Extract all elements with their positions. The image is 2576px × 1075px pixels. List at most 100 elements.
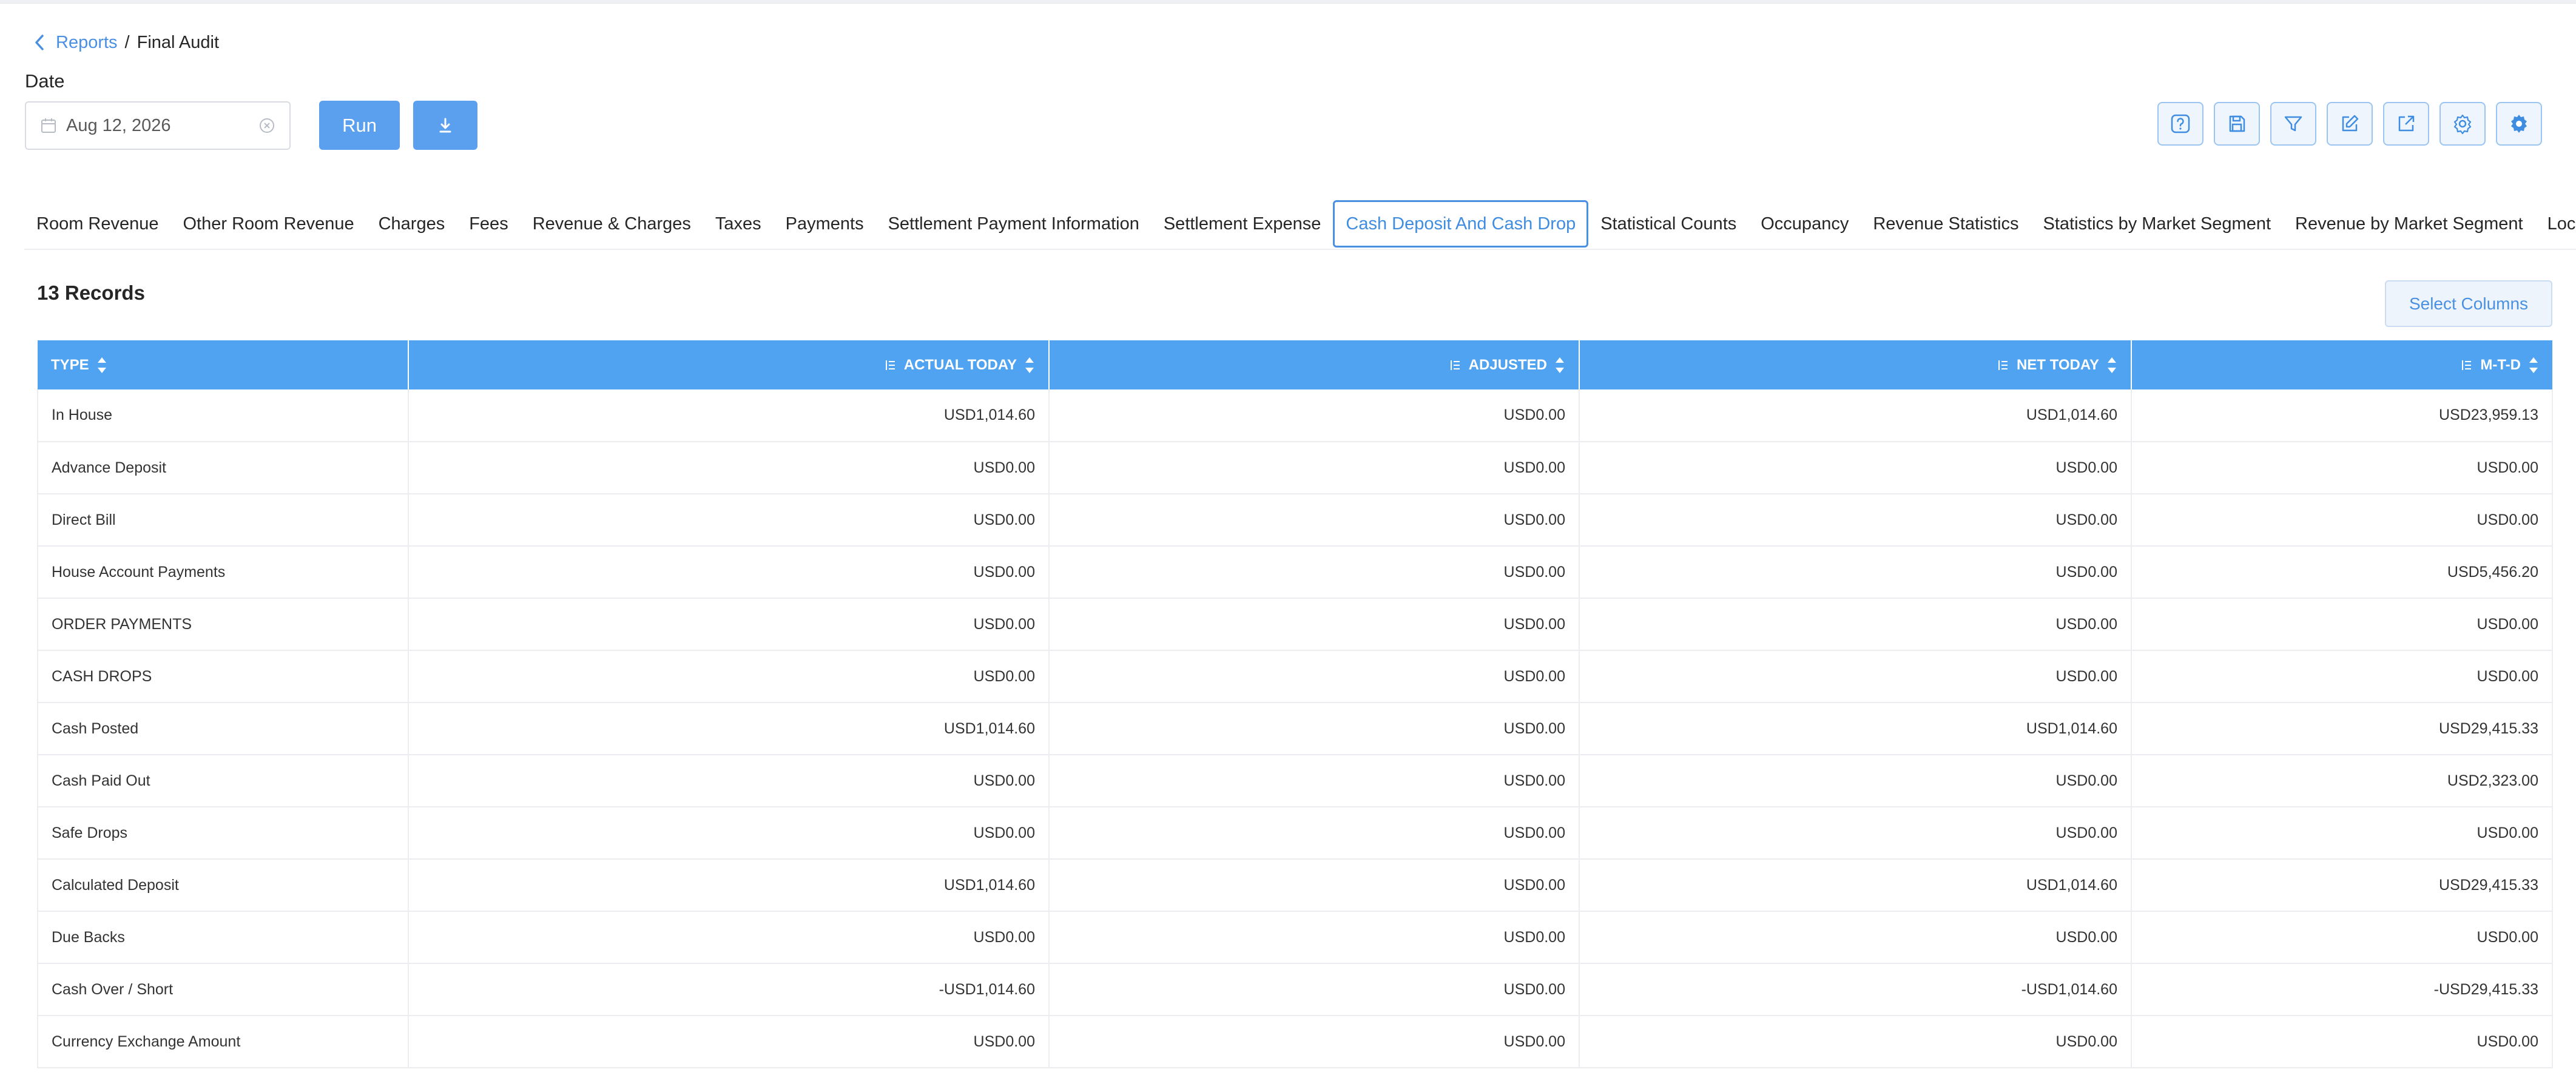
calendar-icon <box>41 118 56 133</box>
cell-mtd: USD2,323.00 <box>2131 755 2553 807</box>
tab-local-m[interactable]: Local M <box>2535 201 2576 247</box>
export-icon <box>2398 115 2415 132</box>
cell-type: Due Backs <box>37 911 409 964</box>
column-menu-icon[interactable] <box>1449 359 1462 371</box>
clear-circle-icon[interactable] <box>259 118 275 133</box>
table-row[interactable]: CASH DROPS USD0.00 USD0.00 USD0.00 USD0.00 <box>37 650 2553 703</box>
advanced-settings-button[interactable] <box>2496 102 2542 146</box>
sort-icon[interactable] <box>2106 355 2117 376</box>
cell-type: House Account Payments <box>37 546 409 599</box>
tab-settlement-payment-information[interactable]: Settlement Payment Information <box>876 201 1151 247</box>
cell-actual-today: USD0.00 <box>408 755 1050 807</box>
tab-settlement-expense[interactable]: Settlement Expense <box>1151 201 1334 247</box>
column-header-actual-today[interactable]: ACTUAL TODAY <box>408 340 1050 389</box>
records-count: 13 Records <box>37 281 145 304</box>
table-row[interactable]: Cash Over / Short -USD1,014.60 USD0.00 -USD… <box>37 963 2553 1016</box>
cell-actual-today: USD0.00 <box>408 494 1050 547</box>
date-label: Date <box>25 70 65 92</box>
date-value: Aug 12, 2026 <box>66 115 171 135</box>
settings-button[interactable] <box>2439 102 2486 146</box>
edit-button[interactable] <box>2327 102 2373 146</box>
table-row[interactable]: Cash Paid Out USD0.00 USD0.00 USD0.00 USD2,3… <box>37 755 2553 807</box>
table-row[interactable]: Currency Exchange Amount USD0.00 USD0.00 US… <box>37 1016 2553 1068</box>
date-picker-input[interactable]: Aug 12, 2026 <box>25 101 291 150</box>
table-row[interactable]: Advance Deposit USD0.00 USD0.00 USD0.00 USD0… <box>37 442 2553 494</box>
column-header-label: TYPE <box>51 356 89 373</box>
table-row[interactable]: Direct Bill USD0.00 USD0.00 USD0.00 USD0.00 <box>37 494 2553 547</box>
cell-net-today: USD0.00 <box>1579 755 2132 807</box>
sort-icon[interactable] <box>1024 355 1035 376</box>
tab-cash-deposit-and-cash-drop[interactable]: Cash Deposit And Cash Drop <box>1333 200 1589 248</box>
tab-charges[interactable]: Charges <box>366 201 457 247</box>
cell-type: Currency Exchange Amount <box>37 1016 409 1068</box>
column-header-mtd[interactable]: M-T-D <box>2131 340 2552 389</box>
tab-occupancy[interactable]: Occupancy <box>1748 201 1861 247</box>
cash-deposit-table: TYPE ACTUAL TODAY ADJUSTED NET TODAY M-T… <box>37 340 2553 1068</box>
cell-mtd: USD29,415.33 <box>2131 703 2553 755</box>
select-columns-button[interactable]: Select Columns <box>2385 280 2552 327</box>
column-header-net-today[interactable]: NET TODAY <box>1579 340 2132 389</box>
tab-statistical-counts[interactable]: Statistical Counts <box>1588 201 1748 247</box>
filter-icon <box>2284 116 2302 132</box>
cell-adjusted: USD0.00 <box>1049 963 1580 1016</box>
table-row[interactable]: House Account Payments USD0.00 USD0.00 USD0… <box>37 546 2553 599</box>
cell-mtd: USD5,456.20 <box>2131 546 2553 599</box>
tab-fees[interactable]: Fees <box>457 201 520 247</box>
tab-other-room-revenue[interactable]: Other Room Revenue <box>171 201 366 247</box>
sort-icon[interactable] <box>2528 355 2539 376</box>
cell-net-today: USD1,014.60 <box>1579 703 2132 755</box>
cell-type: Advance Deposit <box>37 442 409 494</box>
table-row[interactable]: ORDER PAYMENTS USD0.00 USD0.00 USD0.00 USD0.… <box>37 598 2553 651</box>
cell-actual-today: -USD1,014.60 <box>408 963 1050 1016</box>
column-menu-icon[interactable] <box>885 359 897 371</box>
download-button[interactable] <box>413 101 477 150</box>
table-row[interactable]: Safe Drops USD0.00 USD0.00 USD0.00 USD0.00 <box>37 807 2553 860</box>
column-header-type[interactable]: TYPE <box>38 340 409 389</box>
sort-icon[interactable] <box>96 355 107 376</box>
sort-icon[interactable] <box>1554 355 1565 376</box>
table-row[interactable]: In House USD1,014.60 USD0.00 USD1,014.60 USD… <box>37 389 2553 442</box>
column-header-adjusted[interactable]: ADJUSTED <box>1049 340 1580 389</box>
save-button[interactable] <box>2214 102 2260 146</box>
cell-net-today: USD0.00 <box>1579 494 2132 547</box>
cell-adjusted: USD0.00 <box>1049 703 1580 755</box>
breadcrumb-reports-link[interactable]: Reports <box>56 33 118 53</box>
cell-mtd: USD0.00 <box>2131 442 2553 494</box>
cell-mtd: USD0.00 <box>2131 650 2553 703</box>
table-row[interactable]: Calculated Deposit USD1,014.60 USD0.00 USD1… <box>37 859 2553 912</box>
column-menu-icon[interactable] <box>1997 359 2009 371</box>
chevron-left-icon[interactable] <box>33 33 46 52</box>
cell-adjusted: USD0.00 <box>1049 650 1580 703</box>
column-menu-icon[interactable] <box>2461 359 2473 371</box>
tab-revenue-by-market-segment[interactable]: Revenue by Market Segment <box>2283 201 2535 247</box>
tab-payments[interactable]: Payments <box>774 201 876 247</box>
help-icon <box>2171 114 2190 133</box>
cell-adjusted: USD0.00 <box>1049 546 1580 599</box>
tab-revenue-statistics[interactable]: Revenue Statistics <box>1861 201 2031 247</box>
cell-adjusted: USD0.00 <box>1049 389 1580 442</box>
cell-type: Cash Over / Short <box>37 963 409 1016</box>
cell-mtd: USD0.00 <box>2131 911 2553 964</box>
cell-net-today: USD1,014.60 <box>1579 389 2132 442</box>
table-row[interactable]: Due Backs USD0.00 USD0.00 USD0.00 USD0.00 <box>37 911 2553 964</box>
cell-adjusted: USD0.00 <box>1049 859 1580 912</box>
report-tabs: Room Revenue Other Room Revenue Charges … <box>24 199 2576 250</box>
tab-revenue-and-charges[interactable]: Revenue & Charges <box>521 201 703 247</box>
cell-adjusted: USD0.00 <box>1049 1016 1580 1068</box>
table-header-row: TYPE ACTUAL TODAY ADJUSTED NET TODAY M-T… <box>38 340 2552 389</box>
settings-icon <box>2453 114 2472 135</box>
help-button[interactable] <box>2157 102 2203 146</box>
cell-type: Safe Drops <box>37 807 409 860</box>
cell-type: Cash Posted <box>37 703 409 755</box>
filter-button[interactable] <box>2270 102 2316 146</box>
cell-net-today: USD0.00 <box>1579 598 2132 651</box>
tab-taxes[interactable]: Taxes <box>703 201 774 247</box>
run-button[interactable]: Run <box>319 101 400 150</box>
cell-adjusted: USD0.00 <box>1049 598 1580 651</box>
tab-statistics-by-market-segment[interactable]: Statistics by Market Segment <box>2031 201 2284 247</box>
cell-mtd: USD29,415.33 <box>2131 859 2553 912</box>
export-button[interactable] <box>2383 102 2429 146</box>
tab-room-revenue[interactable]: Room Revenue <box>24 201 171 247</box>
table-row[interactable]: Cash Posted USD1,014.60 USD0.00 USD1,014.60… <box>37 703 2553 755</box>
cell-mtd: USD23,959.13 <box>2131 389 2553 442</box>
